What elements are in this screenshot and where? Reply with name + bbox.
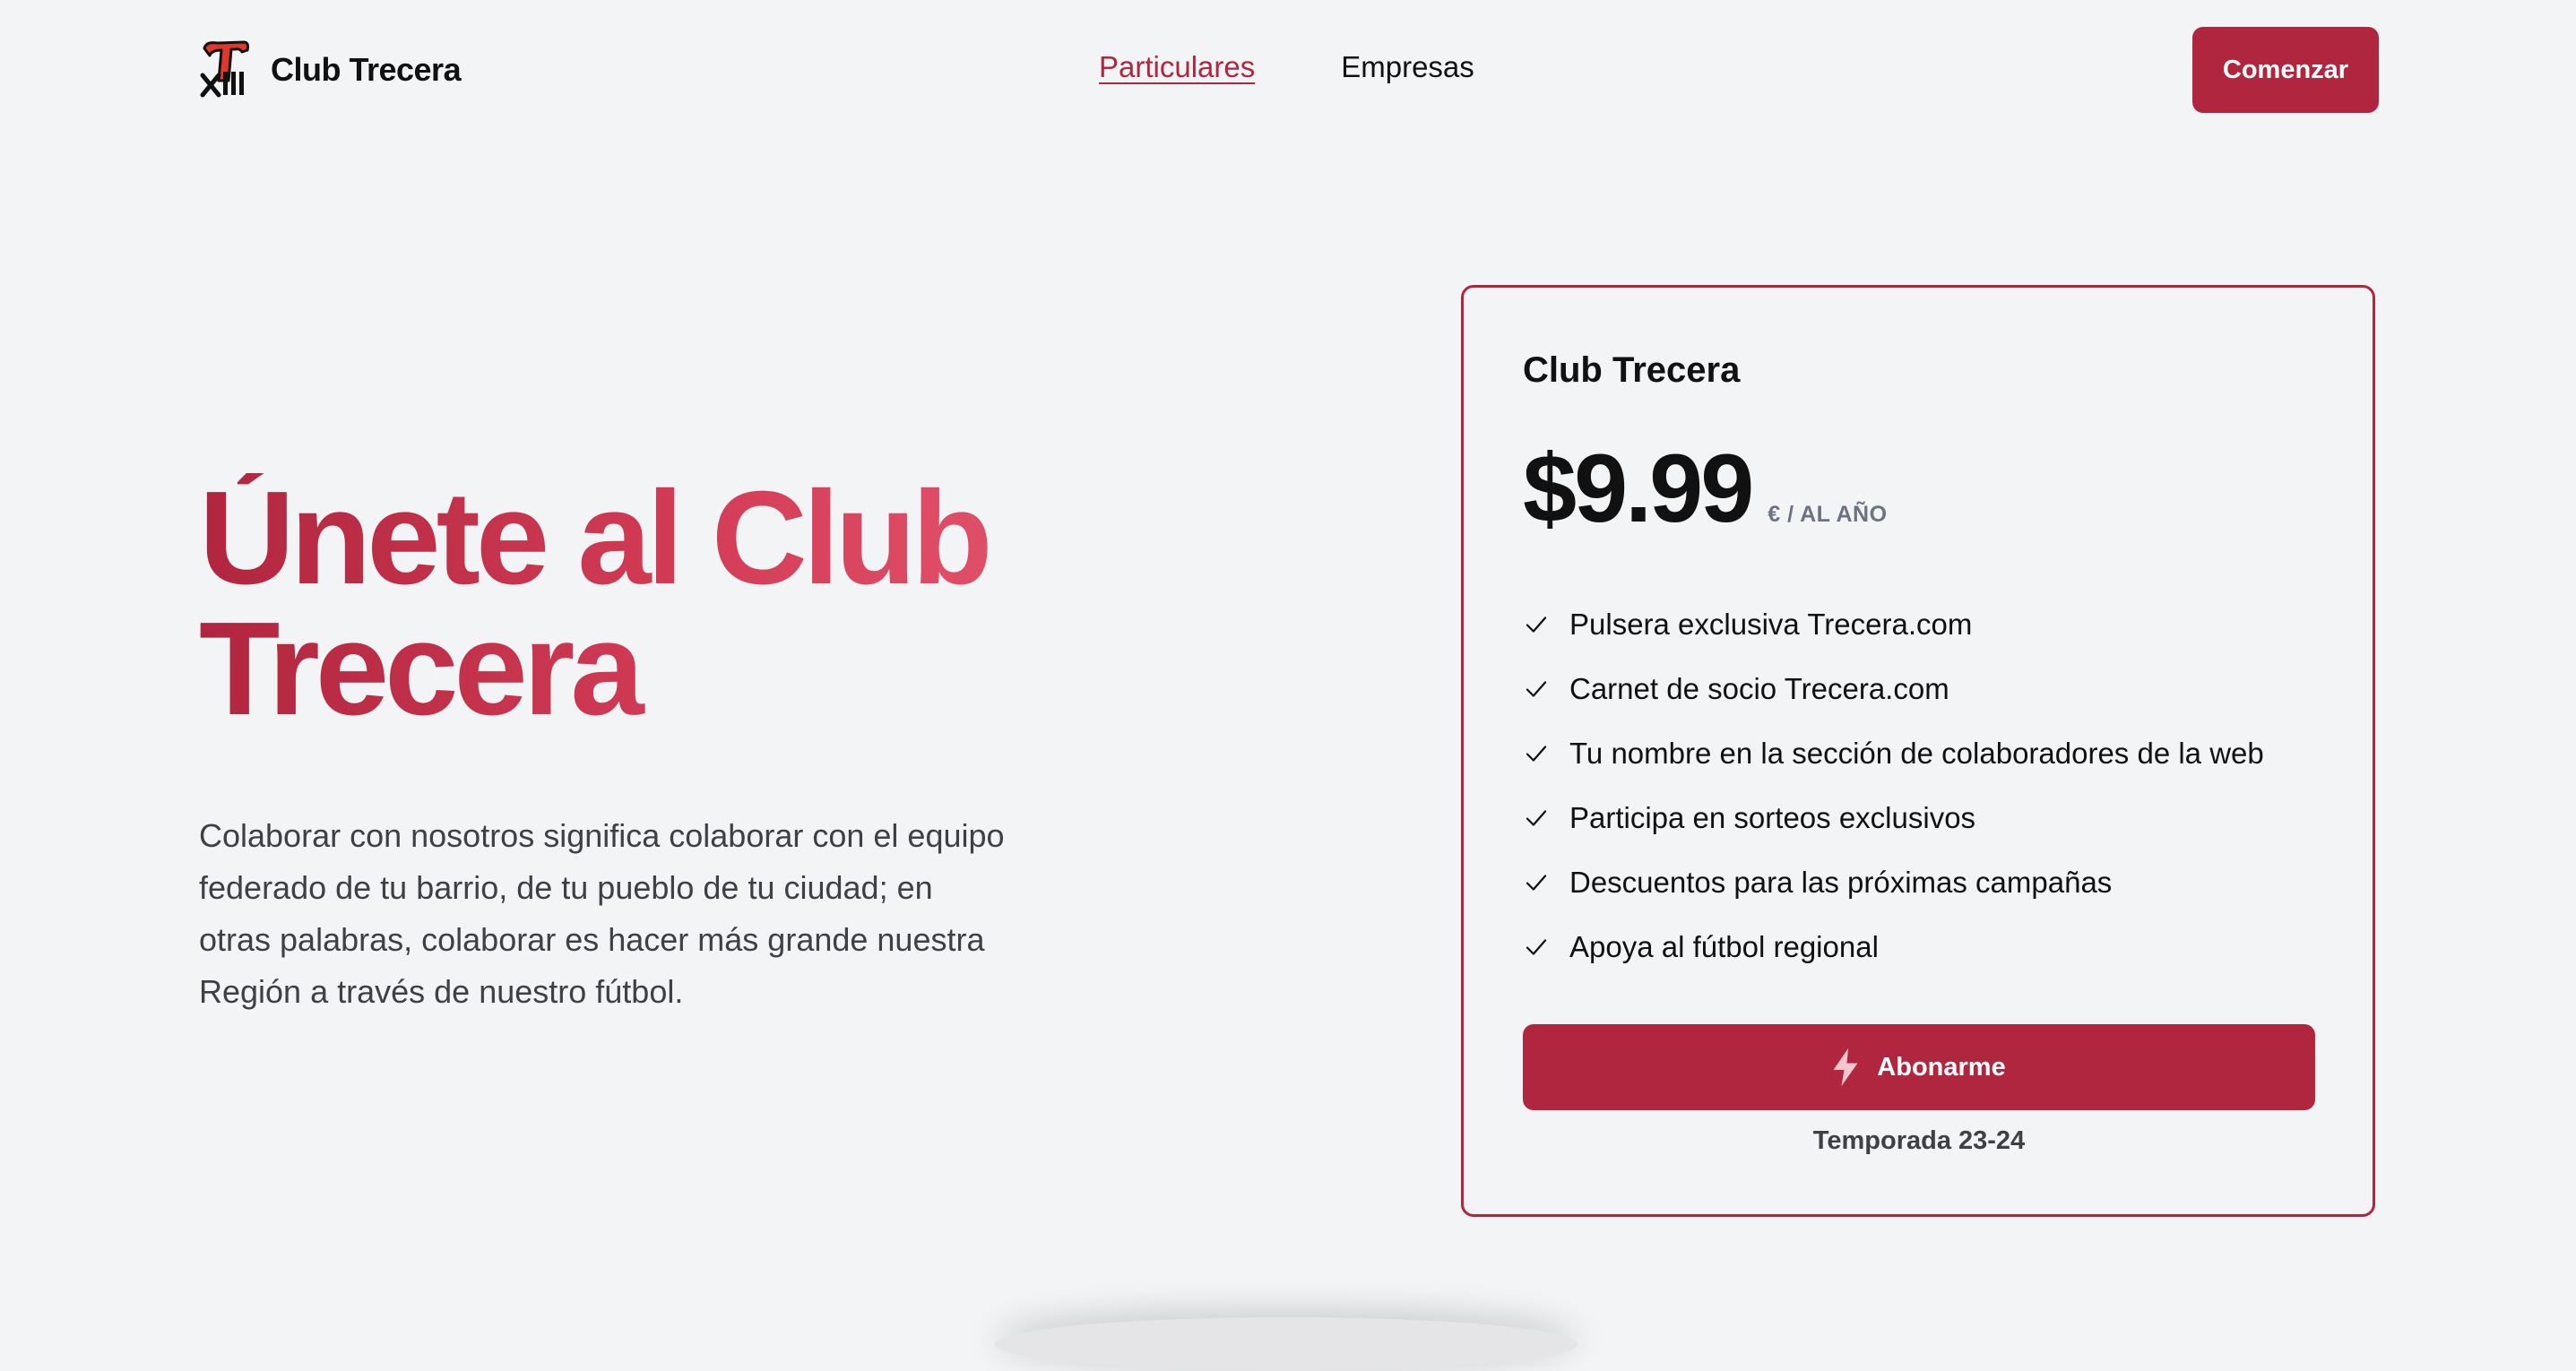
brand-name: Club Trecera <box>271 51 462 88</box>
abonarme-label: Abonarme <box>1877 1052 2006 1082</box>
feature-label: Pulsera exclusiva Trecera.com <box>1569 608 1973 641</box>
feature-item: Carnet de socio Trecera.com <box>1523 657 2264 721</box>
hero-title: Únete al Club Trecera <box>199 472 1257 736</box>
check-icon <box>1526 746 1547 762</box>
plan-title: Club Trecera <box>1523 350 1741 390</box>
season-label: Temporada 23-24 <box>1812 1126 2026 1155</box>
main-nav: Particulares Empresas <box>1099 50 1474 84</box>
nav-link-particulares[interactable]: Particulares <box>1099 50 1255 84</box>
feature-item: Tu nombre en la sección de colaboradores… <box>1523 721 2264 786</box>
feature-list: Pulsera exclusiva Trecera.com Carnet de … <box>1523 592 2264 979</box>
feature-item: Apoya al fútbol regional <box>1523 915 2264 979</box>
feature-label: Tu nombre en la sección de colaboradores… <box>1569 737 2264 770</box>
feature-label: Carnet de socio Trecera.com <box>1569 672 1949 705</box>
feature-item: Pulsera exclusiva Trecera.com <box>1523 592 2264 657</box>
check-icon <box>1526 617 1547 633</box>
site-header: Club Trecera Particulares Empresas Comen… <box>0 0 2576 140</box>
check-icon <box>1526 875 1547 891</box>
check-icon <box>1526 939 1547 955</box>
pricing-card: Club Trecera $9.99 € / AL AÑO Pulsera ex… <box>1461 285 2375 1217</box>
bolt-icon <box>1833 1048 1858 1086</box>
comenzar-button[interactable]: Comenzar <box>2192 27 2379 113</box>
feature-label: Participa en sorteos exclusivos <box>1569 801 1976 834</box>
abonarme-button[interactable]: Abonarme <box>1523 1024 2315 1110</box>
feature-label: Apoya al fútbol regional <box>1569 930 1879 963</box>
price-row: $9.99 € / AL AÑO <box>1523 440 1888 537</box>
hero-description: Colaborar con nosotros significa colabor… <box>199 817 1005 1010</box>
nav-link-empresas[interactable]: Empresas <box>1341 50 1474 84</box>
plan-price: $9.99 <box>1523 434 1754 542</box>
check-icon <box>1526 681 1547 697</box>
club-trecera-logo <box>200 40 249 98</box>
plan-period: € / AL AÑO <box>1768 502 1888 527</box>
feature-item: Participa en sorteos exclusivos <box>1523 786 2264 850</box>
bottom-floating-shadow <box>995 1317 1578 1371</box>
feature-label: Descuentos para las próximas campañas <box>1569 866 2113 899</box>
brand[interactable]: Club Trecera <box>199 38 462 102</box>
check-icon <box>1526 810 1547 826</box>
feature-item: Descuentos para las próximas campañas <box>1523 850 2264 915</box>
